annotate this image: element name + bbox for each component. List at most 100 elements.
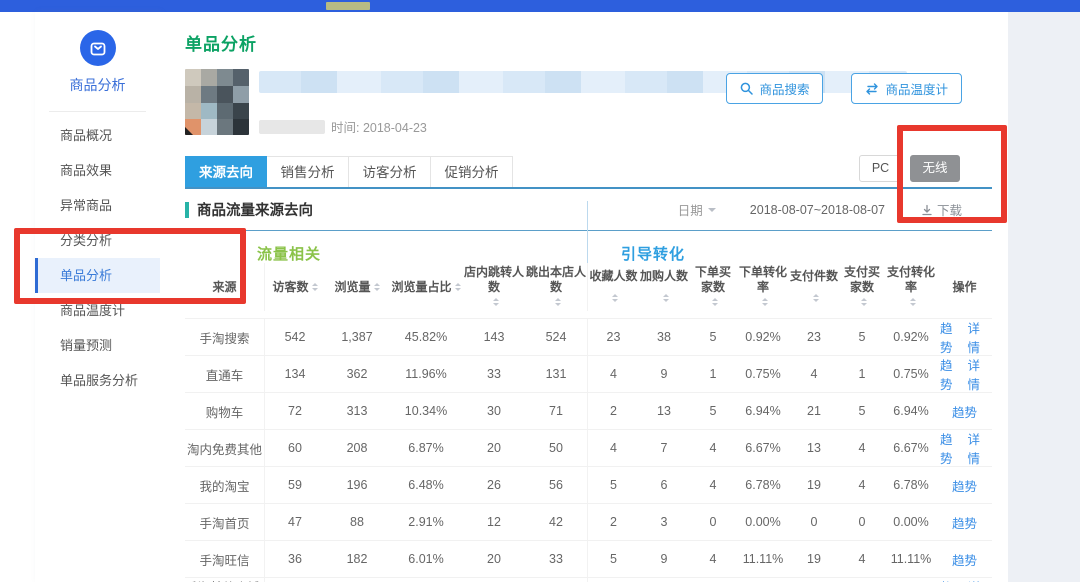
action-link[interactable]: 趋势 <box>940 577 962 582</box>
sidebar-section-title: 商品分析 <box>35 75 160 95</box>
sidebar-section-header[interactable]: 商品分析 <box>35 12 160 95</box>
action-link[interactable]: 趋势 <box>952 550 977 569</box>
date-range-display[interactable]: 2018-08-07~2018-08-07 <box>750 203 885 217</box>
action-link[interactable]: 趋势 <box>940 355 962 393</box>
value-cell: 2.91% <box>389 578 463 582</box>
column-header[interactable]: 加购人数 <box>639 263 689 311</box>
sort-icon[interactable] <box>762 295 768 309</box>
column-label: 下单转化率 <box>738 265 788 295</box>
sidebar-item-link[interactable]: 销量预测 <box>35 328 160 363</box>
product-thermometer-button[interactable]: 商品温度计 <box>851 73 962 104</box>
product-thumbnail <box>185 69 249 135</box>
source-cell: 我的淘宝 <box>185 467 265 503</box>
sidebar-item-link[interactable]: 商品温度计 <box>35 293 160 328</box>
column-header[interactable]: 浏览量 <box>325 263 389 311</box>
value-cell: 6.78% <box>737 467 789 503</box>
action-link[interactable]: 趋势 <box>952 513 977 532</box>
column-header[interactable]: 收藏人数 <box>587 263 639 311</box>
column-header[interactable]: 店内跳转人数 <box>463 263 525 311</box>
value-cell: 56 <box>525 467 587 503</box>
column-header[interactable]: 支付转化率 <box>885 263 937 311</box>
value-cell: 0.92% <box>885 319 937 355</box>
sort-icon[interactable] <box>374 280 380 294</box>
table-row: 购物车7231310.34%307121356.94%2156.94%趋势 <box>185 392 992 429</box>
value-cell: 1 <box>839 356 885 392</box>
column-label: 加购人数 <box>640 269 688 284</box>
source-cell: 直通车 <box>185 356 265 392</box>
action-link[interactable]: 趋势 <box>952 476 977 495</box>
value-cell: 1 <box>689 356 737 392</box>
column-header[interactable]: 下单买家数 <box>689 263 737 311</box>
product-thermometer-label: 商品温度计 <box>885 79 948 98</box>
action-link[interactable]: 详情 <box>968 429 990 467</box>
table-row: 手淘其他店铺商品24882.91%8232000.00%000.00%趋势详情 <box>185 577 992 582</box>
value-cell: 143 <box>463 319 525 355</box>
group-divider <box>587 201 588 263</box>
date-dropdown[interactable]: 日期 <box>678 200 716 219</box>
value-cell: 5 <box>587 541 639 577</box>
action-link[interactable]: 详情 <box>968 318 990 356</box>
value-cell: 23 <box>525 578 587 582</box>
sort-icon[interactable] <box>493 295 499 309</box>
sidebar-item-active[interactable]: 单品分析 <box>35 258 160 293</box>
sort-icon[interactable] <box>555 295 561 309</box>
sort-icon[interactable] <box>612 291 618 305</box>
value-cell: 5 <box>689 393 737 429</box>
value-cell: 4 <box>839 467 885 503</box>
column-header[interactable]: 访客数 <box>265 263 325 311</box>
tab-list: 来源去向销售分析访客分析促销分析 <box>185 156 513 187</box>
app-window: 商品分析 商品概况商品效果异常商品分类分析单品分析商品温度计销量预测单品服务分析… <box>0 0 1080 582</box>
value-cell: 0.75% <box>885 356 937 392</box>
value-cell: 13 <box>789 430 839 466</box>
sort-icon[interactable] <box>813 291 819 305</box>
tab-item[interactable]: 访客分析 <box>349 156 431 187</box>
sidebar-item-link[interactable]: 异常商品 <box>35 188 160 223</box>
value-cell: 6.94% <box>885 393 937 429</box>
action-link[interactable]: 趋势 <box>940 429 962 467</box>
action-link[interactable]: 详情 <box>968 577 990 582</box>
value-cell: 19 <box>789 541 839 577</box>
column-header: 来源 <box>185 263 265 311</box>
download-button[interactable]: 下载 <box>921 200 962 219</box>
value-cell: 20 <box>463 430 525 466</box>
sort-icon[interactable] <box>455 280 461 294</box>
column-header[interactable]: 下单转化率 <box>737 263 789 311</box>
sort-icon[interactable] <box>712 295 718 309</box>
column-header[interactable]: 跳出本店人数 <box>525 263 587 311</box>
actions-cell: 趋势 <box>937 541 992 577</box>
value-cell: 0 <box>839 578 885 582</box>
sidebar-item-link[interactable]: 单品服务分析 <box>35 363 160 398</box>
value-cell: 0.00% <box>737 578 789 582</box>
redacted-label <box>259 120 325 134</box>
value-cell: 362 <box>325 356 389 392</box>
actions-cell: 趋势 <box>937 467 992 503</box>
tab-item[interactable]: 销售分析 <box>267 156 349 187</box>
product-search-button[interactable]: 商品搜索 <box>726 73 823 104</box>
column-label: 访客数 <box>272 280 308 295</box>
value-cell: 313 <box>325 393 389 429</box>
value-cell: 5 <box>587 467 639 503</box>
column-header[interactable]: 浏览量占比 <box>389 263 463 311</box>
sort-icon[interactable] <box>663 291 669 305</box>
action-link[interactable]: 趋势 <box>940 318 962 356</box>
column-header[interactable]: 支付买家数 <box>839 263 885 311</box>
value-cell: 6 <box>639 467 689 503</box>
sort-icon[interactable] <box>910 295 916 309</box>
device-toggle-option[interactable]: 无线 <box>910 155 960 182</box>
device-toggle-option[interactable]: PC <box>859 155 902 182</box>
tab-item[interactable]: 促销分析 <box>431 156 513 187</box>
value-cell: 19 <box>789 467 839 503</box>
tab-active[interactable]: 来源去向 <box>185 156 267 187</box>
table-row: 手淘旺信361826.01%203359411.11%19411.11%趋势 <box>185 540 992 577</box>
source-cell: 购物车 <box>185 393 265 429</box>
value-cell: 1,387 <box>325 319 389 355</box>
sidebar-item-link[interactable]: 商品效果 <box>35 153 160 188</box>
action-link[interactable]: 详情 <box>968 355 990 393</box>
column-header[interactable]: 支付件数 <box>789 263 839 311</box>
sort-icon[interactable] <box>861 295 867 309</box>
sort-icon[interactable] <box>312 280 318 294</box>
sidebar-divider <box>49 111 146 112</box>
sidebar-item-link[interactable]: 商品概况 <box>35 118 160 153</box>
sidebar-item-link[interactable]: 分类分析 <box>35 223 160 258</box>
action-link[interactable]: 趋势 <box>952 402 977 421</box>
